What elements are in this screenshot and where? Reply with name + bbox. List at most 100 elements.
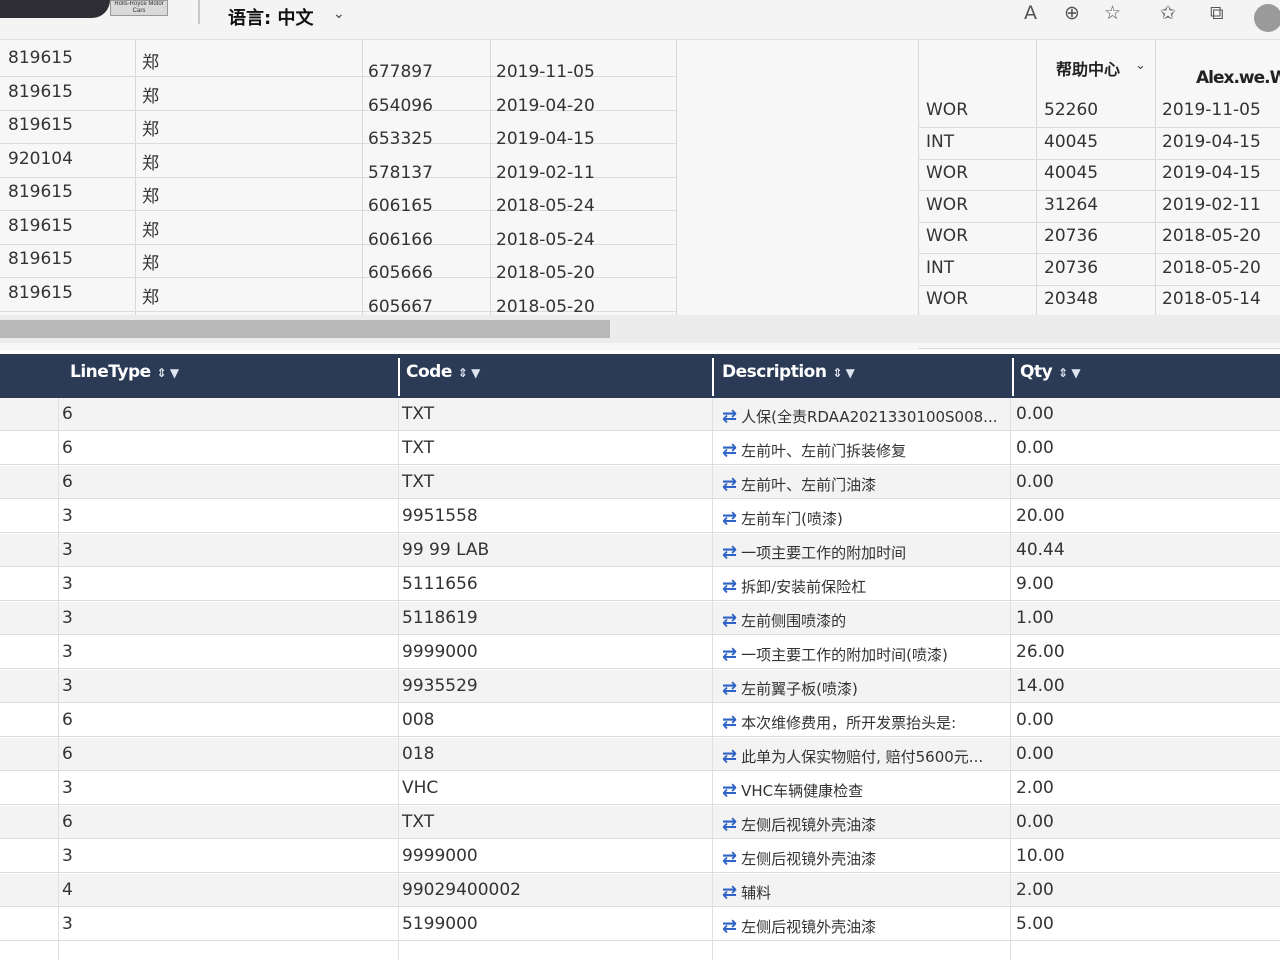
table-row[interactable]: 3 5111656 ⇄ 拆卸/安装前保险杠 9.00 bbox=[0, 568, 1280, 601]
cell-qty: 0.00 bbox=[1016, 710, 1054, 730]
cell-qty: 26.00 bbox=[1016, 642, 1065, 662]
sort-filter-icon[interactable]: ⇕ ▼ bbox=[458, 366, 480, 380]
cell-linetype: 4 bbox=[62, 880, 73, 900]
cell-linetype: 3 bbox=[62, 642, 73, 662]
cell-code: 9935529 bbox=[402, 676, 478, 696]
cell-linetype: 3 bbox=[62, 846, 73, 866]
table-row[interactable]: 6 008 ⇄ 本次维修费用，所开发票抬头是: 0.00 bbox=[0, 704, 1280, 737]
swap-icon[interactable]: ⇄ bbox=[722, 644, 737, 665]
row-divider bbox=[918, 190, 1280, 191]
swap-icon[interactable]: ⇄ bbox=[722, 882, 737, 903]
description-text: 辅料 bbox=[741, 884, 772, 902]
divider bbox=[198, 0, 200, 24]
user-name[interactable]: Alex.we.Wa bbox=[1196, 68, 1280, 88]
table-row[interactable]: 3 5199000 ⇄ 左侧后视镜外壳油漆 5.00 bbox=[0, 908, 1280, 941]
scroll-right-icon[interactable]: ▸ bbox=[1258, 348, 1263, 350]
cell-description: ⇄ 左前叶、左前门拆装修复 bbox=[722, 440, 1007, 461]
header-code[interactable]: Code ⇕ ▼ bbox=[406, 362, 480, 382]
sort-filter-icon[interactable]: ⇕ ▼ bbox=[157, 366, 179, 380]
chevron-down-icon[interactable]: ⌄ bbox=[333, 6, 345, 22]
chevron-down-icon[interactable]: ⌄ bbox=[1135, 58, 1146, 73]
swap-icon[interactable]: ⇄ bbox=[722, 746, 737, 767]
record-cell: 郑 bbox=[142, 220, 159, 241]
swap-icon[interactable]: ⇄ bbox=[722, 474, 737, 495]
swap-icon[interactable]: ⇄ bbox=[722, 542, 737, 563]
cell-linetype: 3 bbox=[62, 506, 73, 526]
cell-description: ⇄ 一项主要工作的附加时间(喷漆) bbox=[722, 644, 1007, 665]
table-row[interactable]: 6 TXT ⇄ 人保(全责RDAA2021330100S008... 0.00 bbox=[0, 398, 1280, 431]
row-divider bbox=[918, 347, 1280, 349]
table-row[interactable]: 3 9951558 ⇄ 左前车门(喷漆) 20.00 bbox=[0, 500, 1280, 533]
table-row[interactable]: 3 5118619 ⇄ 左前侧围喷漆的 1.00 bbox=[0, 602, 1280, 635]
favorites-icon[interactable]: ✩ bbox=[1160, 2, 1176, 24]
swap-icon[interactable]: ⇄ bbox=[722, 712, 737, 733]
row-divider bbox=[918, 127, 1280, 128]
swap-icon[interactable]: ⇄ bbox=[722, 814, 737, 835]
record-cell: 606166 bbox=[368, 229, 433, 250]
swap-icon[interactable]: ⇄ bbox=[722, 576, 737, 597]
cell-code: 5118619 bbox=[402, 608, 478, 628]
swap-icon[interactable]: ⇄ bbox=[722, 780, 737, 801]
table-row[interactable]: 3 VHC ⇄ VHC车辆健康检查 2.00 bbox=[0, 772, 1280, 805]
header-description[interactable]: Description ⇕ ▼ bbox=[722, 362, 855, 382]
swap-icon[interactable]: ⇄ bbox=[722, 508, 737, 529]
profile-icon[interactable] bbox=[1254, 4, 1280, 32]
record-cell: 2019-04-20 bbox=[496, 95, 595, 116]
record-cell: INT bbox=[926, 257, 955, 278]
cell-linetype: 3 bbox=[62, 574, 73, 594]
record-cell: 郑 bbox=[142, 53, 159, 73]
description-text: 左前车门(喷漆) bbox=[741, 510, 843, 528]
record-cell: WOR bbox=[926, 194, 969, 215]
table-row[interactable]: 6 018 ⇄ 此单为人保实物赔付, 赔付5600元... 0.00 bbox=[0, 738, 1280, 771]
sort-filter-icon[interactable]: ⇕ ▼ bbox=[832, 366, 854, 380]
cell-linetype: 3 bbox=[62, 540, 73, 560]
sort-filter-icon[interactable]: ⇕ ▼ bbox=[1058, 366, 1080, 380]
cell-code: VHC bbox=[402, 778, 439, 798]
cell-qty: 2.00 bbox=[1016, 880, 1054, 900]
table-row[interactable]: 3 99 99 LAB ⇄ 一项主要工作的附加时间 40.44 bbox=[0, 534, 1280, 567]
swap-icon[interactable]: ⇄ bbox=[722, 916, 737, 937]
record-cell: 2019-11-05 bbox=[1162, 100, 1261, 120]
table-row[interactable]: 3 9935529 ⇄ 左前翼子板(喷漆) 14.00 bbox=[0, 670, 1280, 703]
cell-code: 018 bbox=[402, 744, 435, 764]
swap-icon[interactable]: ⇄ bbox=[722, 610, 737, 631]
record-cell: 819615 bbox=[8, 249, 73, 269]
help-center-menu[interactable]: 帮助中心 bbox=[1056, 56, 1120, 80]
record-cell: 2019-04-15 bbox=[496, 129, 595, 149]
swap-icon[interactable]: ⇄ bbox=[722, 678, 737, 699]
language-selector[interactable]: 语言: 中文 bbox=[228, 4, 313, 30]
record-cell: 2018-05-14 bbox=[1162, 289, 1261, 309]
record-cell: 郑 bbox=[142, 86, 159, 107]
table-row[interactable]: 4 99029400002 ⇄ 辅料 2.00 bbox=[0, 874, 1280, 907]
favorite-add-icon[interactable]: ☆ bbox=[1104, 2, 1121, 24]
top-bar: Rolls-Royce Motor Cars 语言: 中文 ⌄ A ⊕ ☆ ✩ … bbox=[0, 0, 1280, 40]
zoom-icon[interactable]: ⊕ bbox=[1064, 2, 1080, 24]
table-row[interactable]: 3 9999000 ⇄ 左侧后视镜外壳油漆 10.00 bbox=[0, 840, 1280, 873]
collections-icon[interactable]: ⧉ bbox=[1210, 2, 1224, 24]
swap-icon[interactable]: ⇄ bbox=[722, 406, 737, 427]
read-aloud-icon[interactable]: A bbox=[1024, 2, 1037, 24]
record-cell: WOR bbox=[926, 289, 969, 309]
header-linetype[interactable]: LineType ⇕ ▼ bbox=[70, 362, 179, 382]
table-row[interactable]: 6 TXT ⇄ 左前叶、左前门拆装修复 0.00 bbox=[0, 432, 1280, 465]
column-divider bbox=[58, 398, 59, 960]
cell-description: ⇄ 左前叶、左前门油漆 bbox=[722, 474, 1007, 495]
cell-code: TXT bbox=[402, 472, 435, 492]
table-row[interactable]: 6 TXT ⇄ 左前叶、左前门油漆 0.00 bbox=[0, 466, 1280, 499]
swap-icon[interactable]: ⇄ bbox=[722, 440, 737, 461]
cell-description: ⇄ 左前侧围喷漆的 bbox=[722, 610, 1007, 631]
record-cell: 郑 bbox=[142, 120, 159, 140]
swap-icon[interactable]: ⇄ bbox=[722, 848, 737, 869]
header-qty[interactable]: Qty ⇕ ▼ bbox=[1020, 362, 1081, 382]
cell-qty: 0.00 bbox=[1016, 472, 1054, 492]
cell-code: TXT bbox=[402, 812, 435, 832]
scrollbar-thumb[interactable] bbox=[0, 320, 610, 338]
brand-badge: Rolls-Royce Motor Cars bbox=[110, 0, 168, 16]
description-text: 拆卸/安装前保险杠 bbox=[741, 578, 867, 596]
table-row[interactable]: 3 9999000 ⇄ 一项主要工作的附加时间(喷漆) 26.00 bbox=[0, 636, 1280, 669]
cell-linetype: 3 bbox=[62, 608, 73, 628]
cell-code: 008 bbox=[402, 710, 435, 730]
column-divider bbox=[712, 398, 713, 960]
table-row[interactable]: 6 TXT ⇄ 左侧后视镜外壳油漆 0.00 bbox=[0, 806, 1280, 839]
cell-qty: 0.00 bbox=[1016, 438, 1054, 458]
